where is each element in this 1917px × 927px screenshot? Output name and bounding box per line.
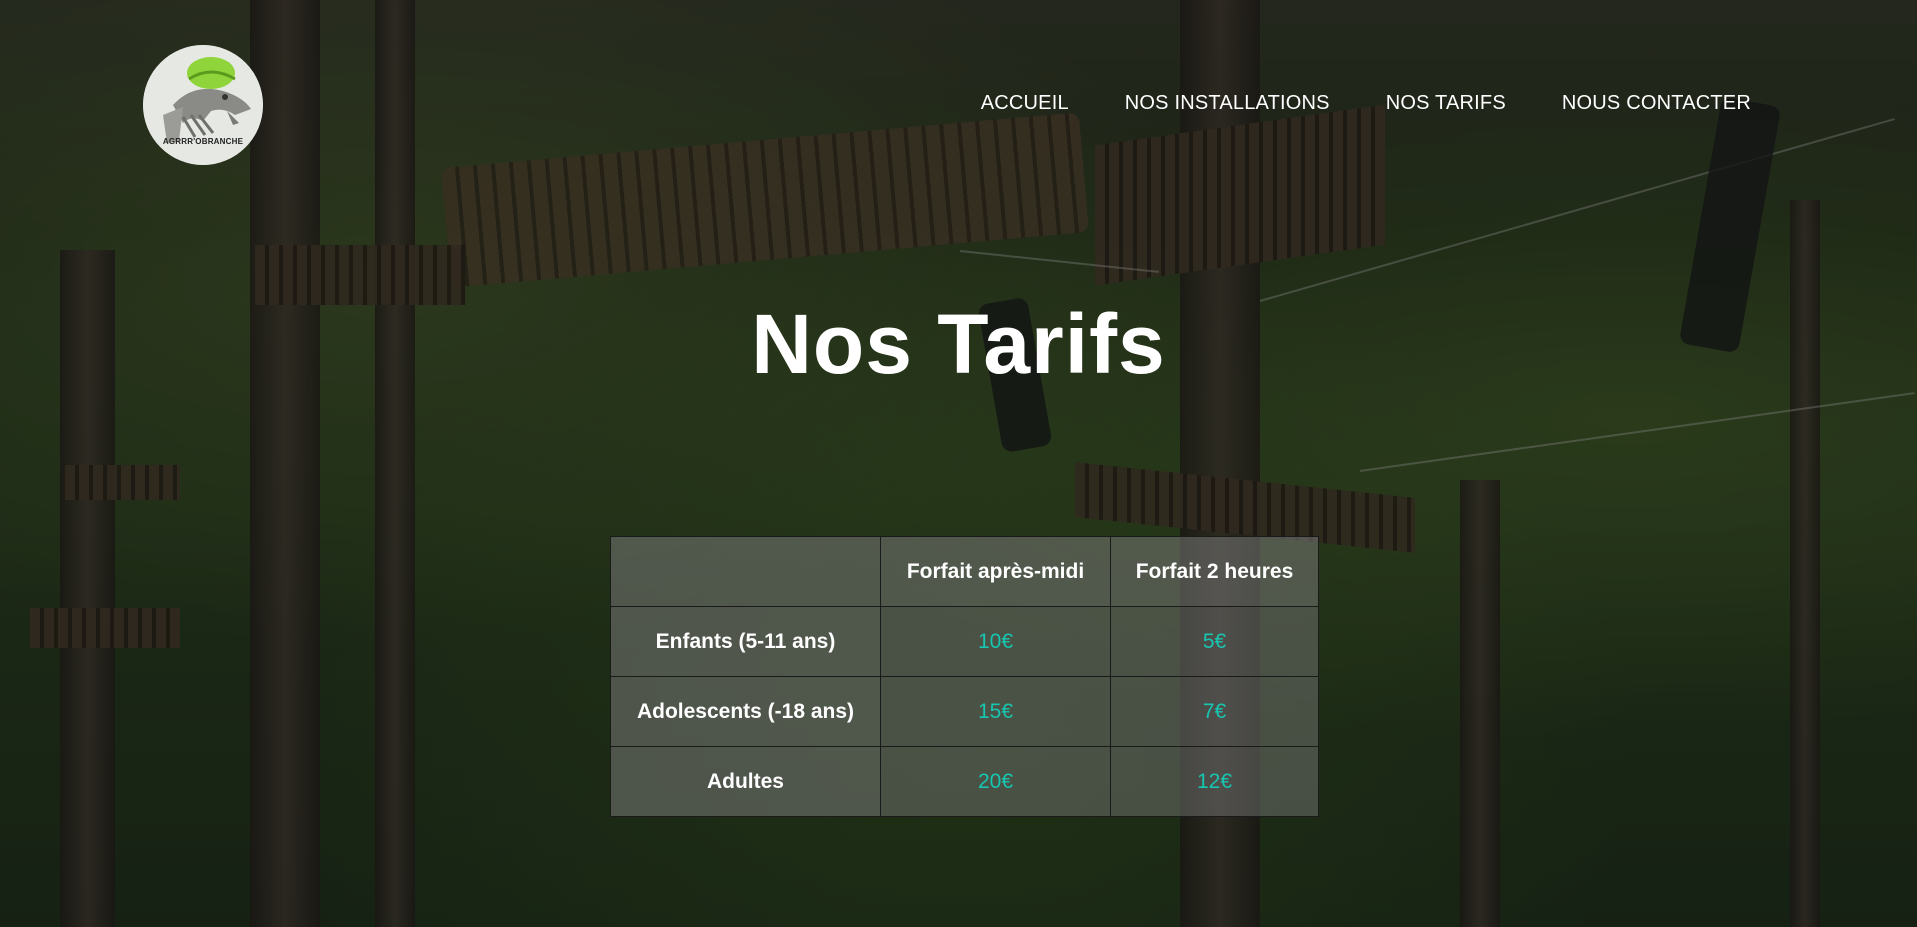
row-label-children: Enfants (5-11 ans) [610, 606, 881, 677]
page: AGRRR'OBRANCHE ACCUEIL NOS INSTALLATIONS… [0, 0, 1917, 927]
nav-item-installations[interactable]: NOS INSTALLATIONS [1125, 92, 1330, 115]
main-nav: ACCUEIL NOS INSTALLATIONS NOS TARIFS NOU… [981, 92, 1751, 115]
column-header-2-hours: Forfait 2 heures [1110, 536, 1319, 607]
nav-item-accueil[interactable]: ACCUEIL [981, 92, 1069, 115]
table-corner-cell [610, 536, 881, 607]
nav-item-contact[interactable]: NOUS CONTACTER [1562, 92, 1751, 115]
price-cell: 7€ [1110, 676, 1319, 747]
price-cell: 5€ [1110, 606, 1319, 677]
table-row: Adolescents (-18 ans) 15€ 7€ [610, 676, 1319, 747]
table-row: Adultes 20€ 12€ [610, 746, 1319, 817]
column-header-afternoon: Forfait après-midi [880, 536, 1111, 607]
row-label-adults: Adultes [610, 746, 881, 817]
page-title: Nos Tarifs [751, 297, 1166, 391]
logo-text: AGRRR'OBRANCHE [162, 137, 244, 146]
brand-logo[interactable]: AGRRR'OBRANCHE [143, 45, 263, 165]
price-cell: 10€ [880, 606, 1111, 677]
price-cell: 15€ [880, 676, 1111, 747]
pricing-table: Forfait après-midi Forfait 2 heures Enfa… [610, 536, 1319, 817]
price-cell: 12€ [1110, 746, 1319, 817]
nav-item-tarifs[interactable]: NOS TARIFS [1386, 92, 1506, 115]
price-cell: 20€ [880, 746, 1111, 817]
table-row: Enfants (5-11 ans) 10€ 5€ [610, 606, 1319, 677]
row-label-teens: Adolescents (-18 ans) [610, 676, 881, 747]
table-header-row: Forfait après-midi Forfait 2 heures [610, 536, 1319, 607]
dinosaur-skeleton-icon [143, 45, 263, 165]
